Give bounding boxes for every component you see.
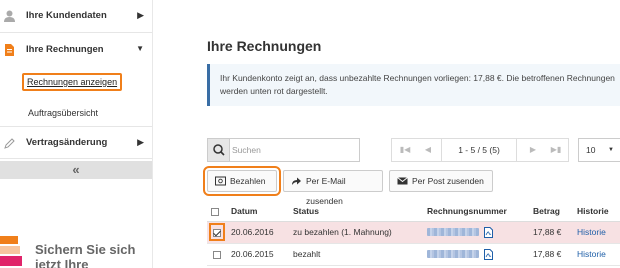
- first-page-button[interactable]: ▮◀: [394, 139, 416, 161]
- share-icon: [292, 177, 301, 185]
- next-page-button[interactable]: ▶: [522, 139, 544, 161]
- sidebar-item-label: Ihre Rechnungen: [26, 44, 104, 55]
- row-select-cell: [207, 221, 227, 244]
- post-send-button[interactable]: Per Post zusenden: [389, 170, 493, 192]
- envelope-icon: [397, 177, 408, 185]
- table-row[interactable]: 20.06.2016 zu bezahlen (1. Mahnung) 17,8…: [207, 221, 620, 244]
- pay-button[interactable]: Bezahlen: [203, 166, 281, 196]
- last-page-button[interactable]: ▶▮: [545, 139, 567, 161]
- row-status: zu bezahlen (1. Mahnung): [289, 221, 423, 244]
- sidebar: Ihre Kundendaten ▶ Ihre Rechnungen ▼ Rec…: [0, 0, 152, 268]
- pdf-icon[interactable]: [484, 226, 494, 238]
- row-select-cell: [207, 243, 227, 266]
- chevron-right-icon: ▶: [137, 137, 144, 147]
- sidebar-item-rechnungen[interactable]: Ihre Rechnungen ▼: [0, 34, 152, 67]
- chevron-right-icon: ▶: [137, 10, 144, 20]
- subitem-rechnungen-anzeigen[interactable]: Rechnungen anzeigen: [22, 73, 123, 91]
- subitem-auftragsuebersicht[interactable]: Auftragsübersicht: [25, 106, 101, 120]
- per-page-select[interactable]: 10 ▼: [578, 138, 620, 162]
- pencil-icon: [4, 138, 15, 149]
- page-count: 1 - 5 / 5 (5): [441, 139, 517, 161]
- sidebar-item-vertragsaenderung[interactable]: Vertragsänderung ▶: [0, 126, 152, 159]
- row-checkbox[interactable]: [213, 228, 221, 237]
- info-box: Ihr Kundenkonto zeigt an, dass unbezahlt…: [207, 64, 620, 106]
- select-all-checkbox[interactable]: [211, 207, 219, 216]
- pagination: ▮◀ ◀ 1 - 5 / 5 (5) ▶ ▶▮: [391, 138, 569, 162]
- row-invoice-number: [423, 243, 529, 266]
- payment-icon: [215, 176, 226, 186]
- row-invoice-number: [423, 221, 529, 244]
- post-send-label: Per Post zusenden: [412, 176, 484, 186]
- main-content: Ihre Rechnungen Ihr Kundenkonto zeigt an…: [152, 0, 620, 268]
- sidebar-item-label: Vertragsänderung: [26, 137, 108, 148]
- sidebar-item-label: Ihre Kundendaten: [26, 10, 107, 21]
- select-all-cell: [207, 201, 227, 222]
- pay-button-label: Bezahlen: [230, 176, 266, 186]
- chevron-down-icon: ▼: [136, 44, 144, 53]
- row-checkbox-wrap: [209, 223, 225, 241]
- email-send-button[interactable]: Per E-Mail zusenden: [283, 170, 383, 206]
- row-checkbox[interactable]: [213, 250, 221, 259]
- prev-page-button[interactable]: ◀: [417, 139, 439, 161]
- column-header-betrag[interactable]: Betrag: [529, 201, 573, 222]
- table-row[interactable]: 20.06.2015 bezahlt 17,88 € Historie: [207, 243, 620, 266]
- column-header-rechnungsnummer[interactable]: Rechnungsnummer: [423, 201, 529, 222]
- redacted-invoice-number: [427, 228, 479, 237]
- search-input[interactable]: [232, 142, 356, 158]
- page-title: Ihre Rechnungen: [207, 38, 322, 54]
- pdf-icon[interactable]: [484, 248, 494, 260]
- info-text: Ihr Kundenkonto zeigt an, dass unbezahlt…: [220, 73, 615, 96]
- row-history-cell: Historie: [573, 221, 620, 244]
- column-header-datum[interactable]: Datum: [227, 201, 289, 222]
- search-box: [207, 138, 360, 162]
- row-history-cell: Historie: [573, 243, 620, 266]
- sidebar-item-kundendaten[interactable]: Ihre Kundendaten ▶: [0, 0, 152, 33]
- table-header-row: Datum Status Rechnungsnummer Betrag Hist…: [207, 201, 620, 222]
- caret-down-icon: ▼: [608, 147, 614, 153]
- row-amount: 17,88 €: [529, 221, 573, 244]
- column-header-historie[interactable]: Historie: [573, 201, 620, 222]
- row-date: 20.06.2015: [227, 243, 289, 266]
- row-date: 20.06.2016: [227, 221, 289, 244]
- column-header-status[interactable]: Status: [289, 201, 423, 222]
- history-link[interactable]: Historie: [577, 227, 606, 237]
- history-link[interactable]: Historie: [577, 249, 606, 259]
- user-icon: [4, 10, 15, 22]
- search-button[interactable]: [208, 139, 230, 161]
- redacted-invoice-number: [427, 250, 479, 259]
- promo-text: Sichern Sie sich jetzt Ihre: [35, 242, 136, 268]
- promo-logo: [0, 230, 22, 268]
- search-icon: [213, 144, 225, 156]
- row-status: bezahlt: [289, 243, 423, 266]
- document-icon: [5, 44, 14, 56]
- page: Ihre Kundendaten ▶ Ihre Rechnungen ▼ Rec…: [0, 0, 620, 268]
- sidebar-collapse-button[interactable]: «: [0, 161, 152, 179]
- row-checkbox-wrap: [211, 247, 223, 261]
- invoice-table: Datum Status Rechnungsnummer Betrag Hist…: [207, 201, 620, 266]
- per-page-value: 10: [586, 145, 596, 155]
- row-amount: 17,88 €: [529, 243, 573, 266]
